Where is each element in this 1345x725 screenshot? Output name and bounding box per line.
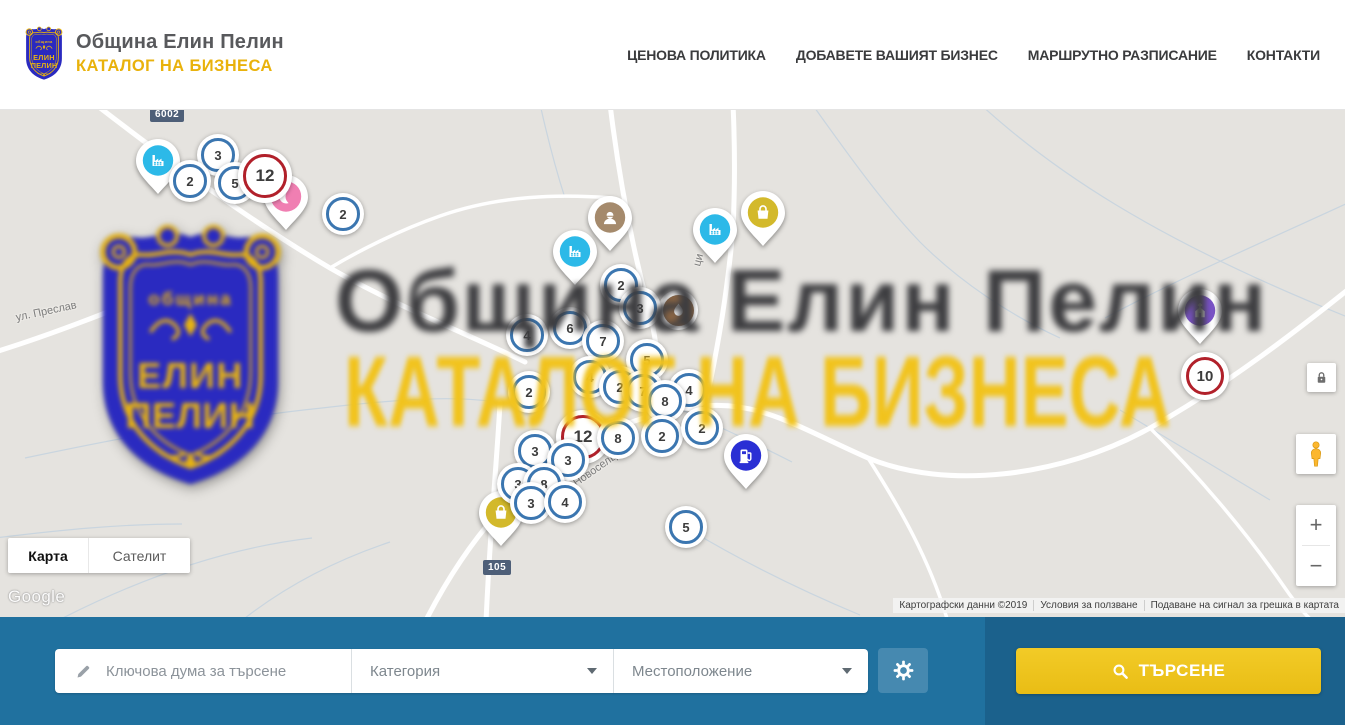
google-logo[interactable]: Google xyxy=(8,587,65,607)
chevron-down-icon xyxy=(587,668,597,674)
cluster-marker[interactable]: 12 xyxy=(238,149,292,203)
page: Община Елин Пелин КАТАЛОГ НА БИЗНЕСА ЦЕН… xyxy=(0,0,1345,725)
fuel-pin-marker[interactable] xyxy=(723,433,769,490)
site-title: Община Елин Пелин xyxy=(76,31,284,54)
location-select-label: Местоположение xyxy=(632,663,752,680)
nav-item-contacts[interactable]: КОНТАКТИ xyxy=(1247,47,1320,63)
report-error-link[interactable]: Подаване на сигнал за грешка в картата xyxy=(1144,600,1345,611)
pegman-icon xyxy=(1307,441,1325,468)
category-select-label: Категория xyxy=(370,663,440,680)
municipality-crest-icon xyxy=(22,24,66,83)
site-header: Община Елин Пелин КАТАЛОГ НА БИЗНЕСА ЦЕН… xyxy=(0,0,1345,110)
brand-text: Община Елин Пелин КАТАЛОГ НА БИЗНЕСА xyxy=(76,31,284,76)
maptype-map-button[interactable]: Карта xyxy=(8,538,88,573)
bag-pin-marker[interactable] xyxy=(740,190,786,247)
advanced-settings-button[interactable] xyxy=(878,648,928,693)
church-pin-marker[interactable] xyxy=(1177,288,1223,345)
zoom-out-button[interactable]: − xyxy=(1296,546,1336,586)
search-keyword-input[interactable] xyxy=(104,662,351,681)
flame-icon xyxy=(669,301,688,320)
factory-pin-marker[interactable] xyxy=(692,207,738,264)
map-type-control: Карта Сателит xyxy=(8,538,190,573)
nav-item-bus-schedule[interactable]: МАРШРУТНО РАЗПИСАНИЕ xyxy=(1028,47,1217,63)
brand-logo[interactable]: Община Елин Пелин КАТАЛОГ НА БИЗНЕСА xyxy=(22,24,284,83)
street-view-pegman-button[interactable] xyxy=(1296,434,1336,474)
search-icon xyxy=(1112,663,1129,680)
cluster-marker[interactable]: 4 xyxy=(544,481,586,523)
keyword-field[interactable] xyxy=(55,649,351,693)
location-select[interactable]: Местоположение xyxy=(613,649,868,693)
pencil-icon xyxy=(75,663,92,680)
cluster-marker[interactable]: 8 xyxy=(597,417,639,459)
maptype-satellite-button[interactable]: Сателит xyxy=(88,538,190,573)
markers-layer: 32512223647542748212822333834510 xyxy=(0,110,1345,617)
main-nav: ЦЕНОВА ПОЛИТИКА ДОБАВЕТЕ ВАШИЯТ БИЗНЕС МАР… xyxy=(627,0,1320,109)
map-attribution: Картографски данни ©2019 Условия за полз… xyxy=(893,598,1345,613)
cluster-marker[interactable]: 2 xyxy=(681,407,723,449)
site-subtitle: КАТАЛОГ НА БИЗНЕСА xyxy=(76,57,284,76)
worker-pin-marker[interactable] xyxy=(587,195,633,252)
cluster-marker[interactable]: 5 xyxy=(665,506,707,548)
cluster-marker[interactable]: 2 xyxy=(641,415,683,457)
search-submit-button[interactable]: ТЪРСЕНЕ xyxy=(1016,648,1321,694)
attribution-copyright: Картографски данни ©2019 xyxy=(893,600,1033,611)
search-bar: Категория Местоположение ТЪРСЕНЕ xyxy=(0,617,1345,725)
lock-button[interactable] xyxy=(1307,363,1336,392)
map-canvas[interactable]: 6002105ул. Преславбул. „Новоселци“ци 325… xyxy=(0,110,1345,617)
terms-link[interactable]: Условия за ползване xyxy=(1033,600,1143,611)
nav-item-add-business[interactable]: ДОБАВЕТЕ ВАШИЯТ БИЗНЕС xyxy=(796,47,998,63)
lock-icon xyxy=(1314,370,1329,385)
cluster-marker[interactable]: 10 xyxy=(1181,352,1229,400)
cluster-marker[interactable]: 2 xyxy=(322,193,364,235)
search-button-label: ТЪРСЕНЕ xyxy=(1139,661,1226,681)
nav-item-pricing[interactable]: ЦЕНОВА ПОЛИТИКА xyxy=(627,47,766,63)
search-fields-group: Категория Местоположение xyxy=(55,649,868,693)
zoom-control: + − xyxy=(1296,505,1336,586)
cluster-marker[interactable]: 3 xyxy=(619,287,661,329)
cluster-marker[interactable]: 2 xyxy=(508,371,550,413)
cluster-marker[interactable]: 4 xyxy=(506,314,548,356)
gear-icon xyxy=(893,660,914,681)
zoom-in-button[interactable]: + xyxy=(1296,505,1336,545)
chevron-down-icon xyxy=(842,668,852,674)
category-select[interactable]: Категория xyxy=(351,649,613,693)
flame-circle-marker[interactable] xyxy=(658,290,698,330)
cluster-marker[interactable]: 2 xyxy=(169,160,211,202)
